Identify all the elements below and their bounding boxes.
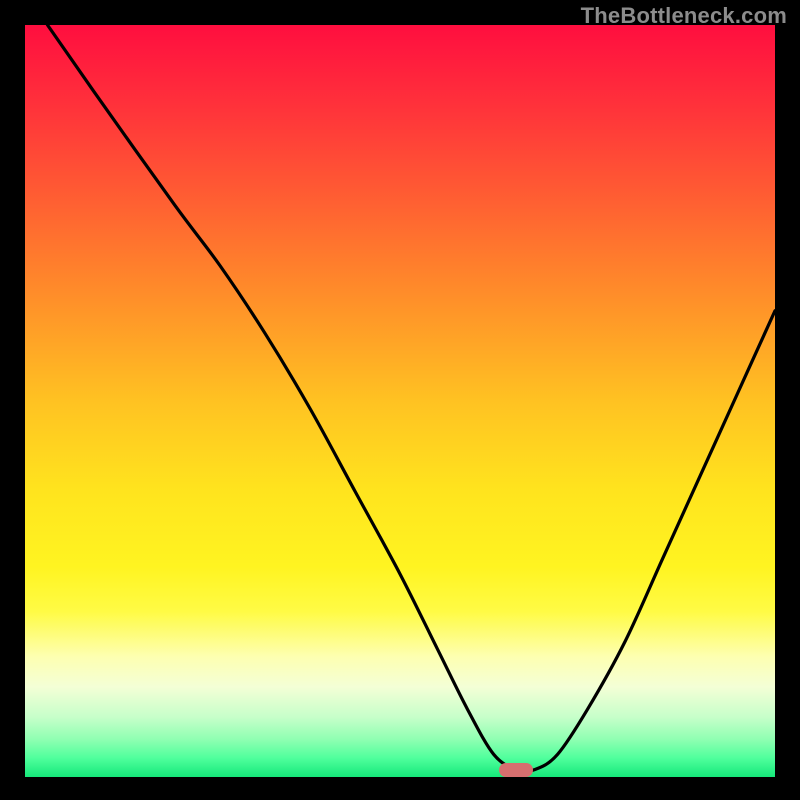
- optimal-point-marker: [499, 763, 533, 777]
- chart-frame: [25, 25, 775, 777]
- chart-background-gradient: [25, 25, 775, 777]
